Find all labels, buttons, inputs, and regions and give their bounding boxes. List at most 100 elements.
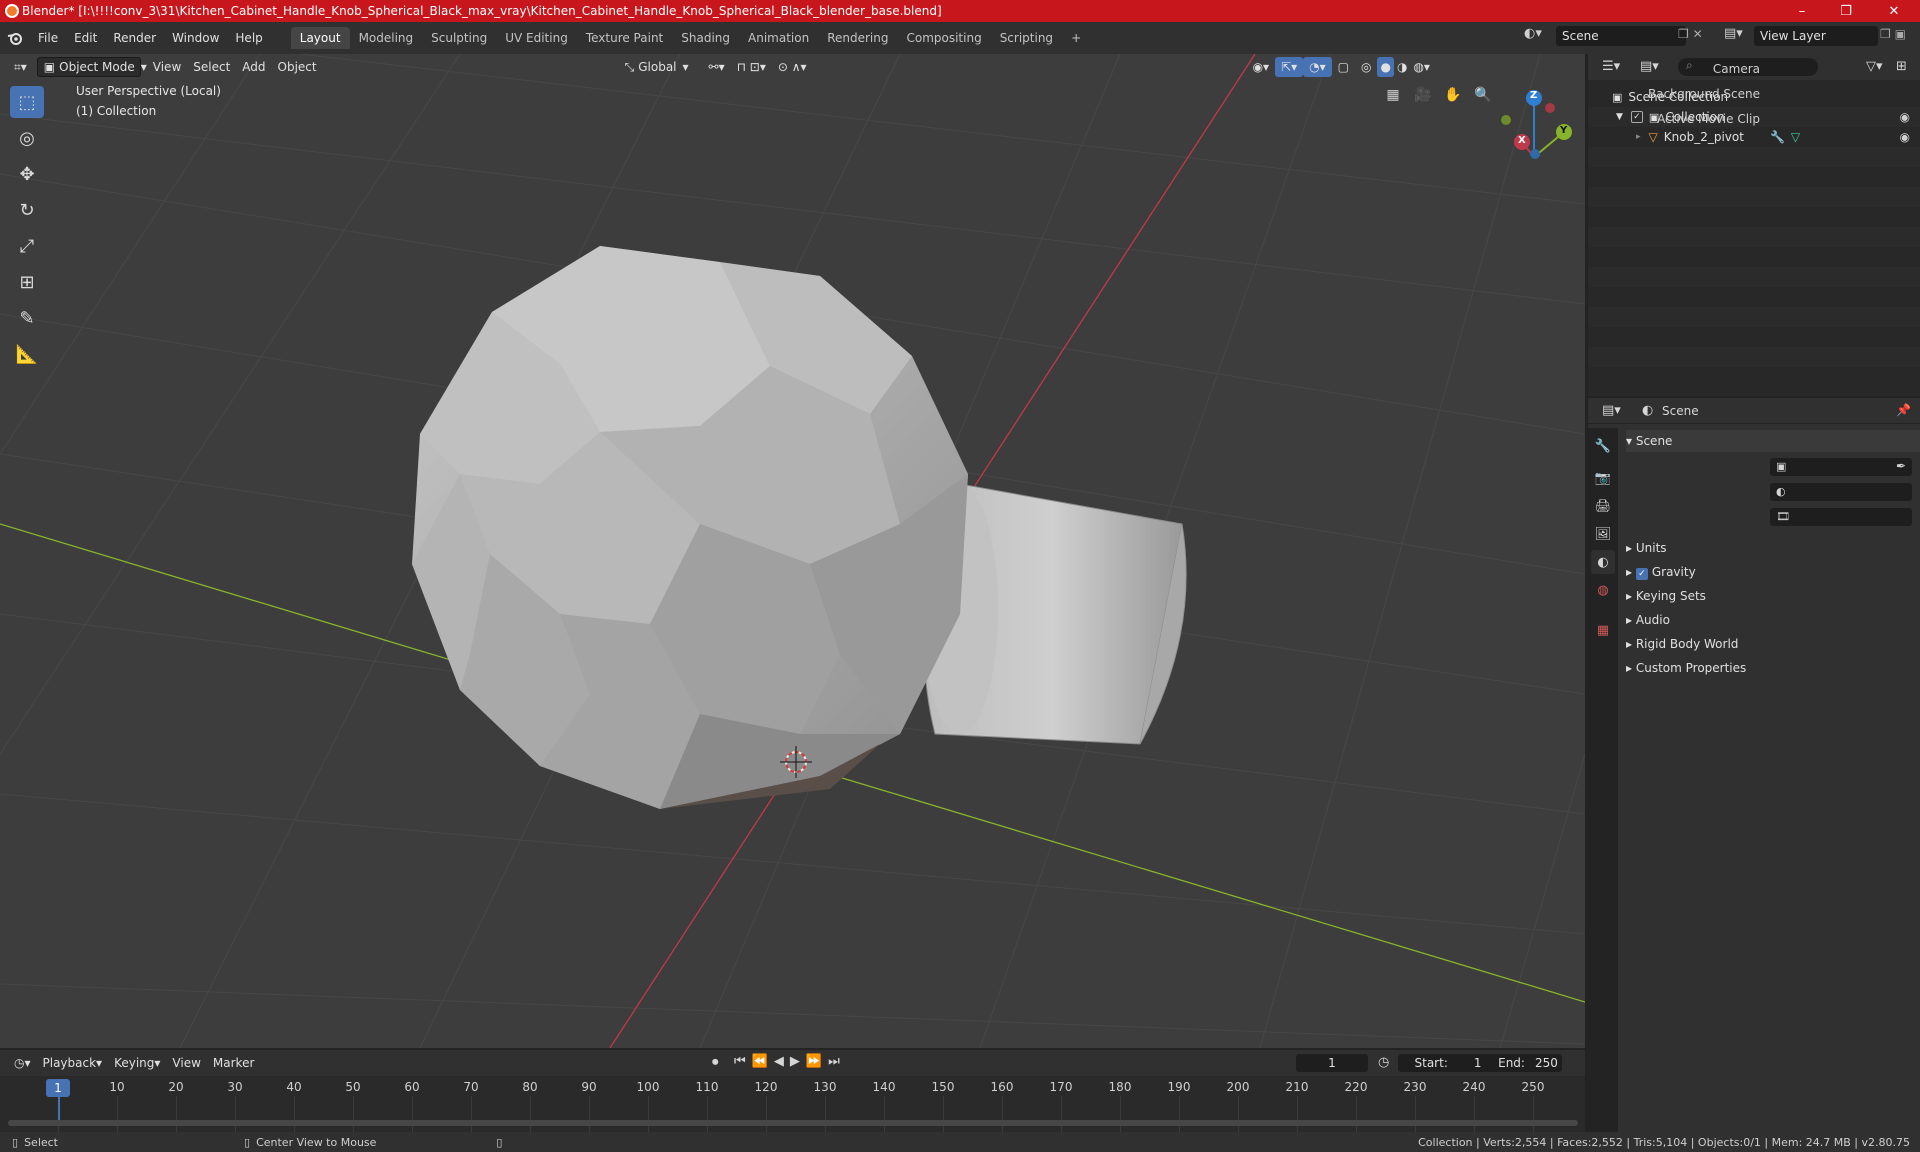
timeline-menu-keying[interactable]: Keying ▾ xyxy=(108,1053,166,1073)
mode-selector[interactable]: ▣ Object Mode ▾ xyxy=(36,57,147,77)
zoom-view-icon[interactable]: 🔍 xyxy=(1470,82,1496,108)
view-layer-selector[interactable]: View Layer xyxy=(1754,26,1878,46)
tab-compositing[interactable]: Compositing xyxy=(897,27,990,49)
pin-icon[interactable]: 📌 xyxy=(1896,403,1911,417)
keying-sets-section[interactable]: ▸ Keying Sets xyxy=(1626,589,1706,603)
move-tool-icon[interactable]: ✥ xyxy=(10,158,44,190)
menu-render[interactable]: Render xyxy=(105,31,164,45)
filter-icon[interactable]: ▽▾ xyxy=(1866,59,1883,74)
new-view-layer-icon[interactable]: ❐ ▣ xyxy=(1880,27,1906,41)
playhead[interactable]: 1 xyxy=(46,1079,70,1097)
timeline-scrollbar[interactable] xyxy=(8,1120,1578,1126)
timeline-editor-icon[interactable]: ◷▾ xyxy=(8,1053,37,1073)
scene-selector[interactable]: Scene xyxy=(1556,26,1686,46)
modifier-icon[interactable]: 🔧 xyxy=(1770,130,1785,144)
rendered-shading-icon[interactable]: ◍▾ xyxy=(1410,57,1433,77)
tab-sculpting[interactable]: Sculpting xyxy=(422,27,496,49)
scene-tab-icon[interactable]: ◐ xyxy=(1591,550,1615,574)
eye-icon[interactable]: ◉ xyxy=(1900,110,1910,124)
gravity-section[interactable]: ▸ ✓ Gravity xyxy=(1626,565,1696,580)
new-collection-icon[interactable]: ⊞ xyxy=(1896,59,1907,74)
tab-animation[interactable]: Animation xyxy=(739,27,818,49)
tab-scripting[interactable]: Scripting xyxy=(991,27,1062,49)
display-mode-icon[interactable]: ▤▾ xyxy=(1640,59,1659,74)
pivot-point-icon[interactable]: ⚯▾ xyxy=(703,57,731,77)
viewport-menu-object[interactable]: Object xyxy=(272,57,323,77)
rigid-body-world-section[interactable]: ▸ Rigid Body World xyxy=(1626,637,1738,651)
gizmo-toggle-icon[interactable]: ⇱▾ xyxy=(1275,57,1304,77)
cursor-tool-icon[interactable]: ◎ xyxy=(10,122,44,154)
active-movie-clip-field[interactable]: 🎞 xyxy=(1770,508,1912,526)
editor-type-icon[interactable]: ⌗▾ xyxy=(8,57,33,77)
outliner-editor-icon[interactable]: ☰▾ xyxy=(1602,59,1620,74)
timeline-menu-marker[interactable]: Marker xyxy=(207,1053,260,1073)
output-tab-icon[interactable]: 🖨 xyxy=(1591,494,1615,518)
tool-tab-icon[interactable]: 🔧 xyxy=(1591,434,1615,458)
start-frame-field[interactable]: Start: 1 xyxy=(1398,1054,1498,1072)
render-tab-icon[interactable]: 📷 xyxy=(1591,466,1615,490)
scene-section-header[interactable]: ▾ Scene xyxy=(1626,434,1672,448)
tab-modeling[interactable]: Modeling xyxy=(350,27,423,49)
wireframe-shading-icon[interactable]: ◎ xyxy=(1355,57,1377,77)
menu-file[interactable]: File xyxy=(30,31,66,45)
transform-orientation-selector[interactable]: ⤡ Global ▾ xyxy=(619,57,695,77)
view-layer-tab-icon[interactable]: 🖼 xyxy=(1591,522,1615,546)
select-box-tool-icon[interactable]: ⬚ xyxy=(10,86,44,118)
3d-viewport[interactable]: Z Y X ⌗▾ ▣ Object Mode ▾ View Select Add O… xyxy=(0,54,1585,1048)
blender-menu-icon[interactable] xyxy=(0,31,30,45)
menu-help[interactable]: Help xyxy=(227,31,270,45)
snap-icon[interactable]: ⊓ ⊡▾ xyxy=(731,57,772,77)
expand-arrow-icon[interactable]: ▼ xyxy=(1616,112,1623,122)
minimize-button[interactable]: – xyxy=(1780,0,1824,22)
overlay-toggle-icon[interactable]: ◔▾ xyxy=(1303,57,1332,77)
current-frame-field[interactable]: 1 xyxy=(1296,1054,1368,1072)
rotate-tool-icon[interactable]: ↻ xyxy=(10,194,44,226)
tab-rendering[interactable]: Rendering xyxy=(818,27,897,49)
pan-view-icon[interactable]: ✋ xyxy=(1440,82,1466,108)
viewport-menu-select[interactable]: Select xyxy=(187,57,236,77)
background-scene-field[interactable]: ◐ xyxy=(1770,483,1912,501)
annotate-tool-icon[interactable]: ✎ xyxy=(10,302,44,334)
end-frame-field[interactable]: End: 250 xyxy=(1494,1054,1562,1072)
menu-edit[interactable]: Edit xyxy=(66,31,105,45)
scene-selector-icon[interactable]: ◐▾ xyxy=(1524,26,1542,41)
gravity-checkbox[interactable]: ✓ xyxy=(1635,568,1648,580)
expand-arrow-icon[interactable]: ▸ xyxy=(1636,132,1641,142)
eye-icon[interactable]: ◉ xyxy=(1900,130,1910,144)
new-scene-icon[interactable]: ❐ ✕ xyxy=(1678,27,1703,41)
proportional-edit-icon[interactable]: ⊙ ∧▾ xyxy=(772,57,813,77)
menu-window[interactable]: Window xyxy=(164,31,227,45)
timeline-menu-playback[interactable]: Playback ▾ xyxy=(37,1053,109,1073)
knob-mesh[interactable] xyxy=(412,246,1187,809)
outliner-object[interactable]: ▸ ▽ Knob_2_pivot 🔧 ▽ ◉ xyxy=(1588,127,1920,147)
tab-texture-paint[interactable]: Texture Paint xyxy=(577,27,672,49)
xray-toggle-icon[interactable]: ▢ xyxy=(1332,57,1355,77)
custom-properties-section[interactable]: ▸ Custom Properties xyxy=(1626,661,1746,675)
preview-range-icon[interactable]: ◷ xyxy=(1378,1055,1389,1070)
properties-editor-icon[interactable]: ▤▾ xyxy=(1602,403,1621,418)
timeline-menu-view[interactable]: View xyxy=(166,1053,206,1073)
camera-field[interactable]: ▣ ✒ xyxy=(1770,458,1912,476)
tab-layout[interactable]: Layout xyxy=(290,27,350,49)
toggle-view-grid-icon[interactable]: ▦ xyxy=(1380,82,1406,108)
solid-shading-icon[interactable]: ● xyxy=(1377,57,1394,77)
material-shading-icon[interactable]: ◑ xyxy=(1394,57,1410,77)
camera-view-icon[interactable]: 🎥 xyxy=(1410,82,1436,108)
record-icon[interactable]: ⏺ xyxy=(712,1055,719,1070)
timeline-ruler[interactable]: 1102030405060708090100110120130140150160… xyxy=(0,1076,1585,1136)
viewport-menu-view[interactable]: View xyxy=(147,57,187,77)
mesh-data-icon[interactable]: ▽ xyxy=(1791,130,1800,144)
texture-tab-icon[interactable]: ▦ xyxy=(1591,618,1615,642)
eyedropper-icon[interactable]: ✒ xyxy=(1896,459,1906,473)
tab-shading[interactable]: Shading xyxy=(672,27,739,49)
viewport-menu-add[interactable]: Add xyxy=(236,57,271,77)
audio-section[interactable]: ▸ Audio xyxy=(1626,613,1670,627)
visibility-icon[interactable]: ◉▾ xyxy=(1247,57,1276,77)
units-section[interactable]: ▸ Units xyxy=(1626,541,1667,555)
add-workspace-button[interactable]: + xyxy=(1062,27,1090,49)
measure-tool-icon[interactable]: 📐 xyxy=(10,338,44,370)
scale-tool-icon[interactable]: ⤢ xyxy=(10,230,44,262)
restore-button[interactable]: ❐ xyxy=(1824,0,1868,22)
playback-controls[interactable]: ⏮⏪◀▶⏩⏭ xyxy=(734,1054,846,1069)
world-tab-icon[interactable]: ◍ xyxy=(1591,578,1615,602)
